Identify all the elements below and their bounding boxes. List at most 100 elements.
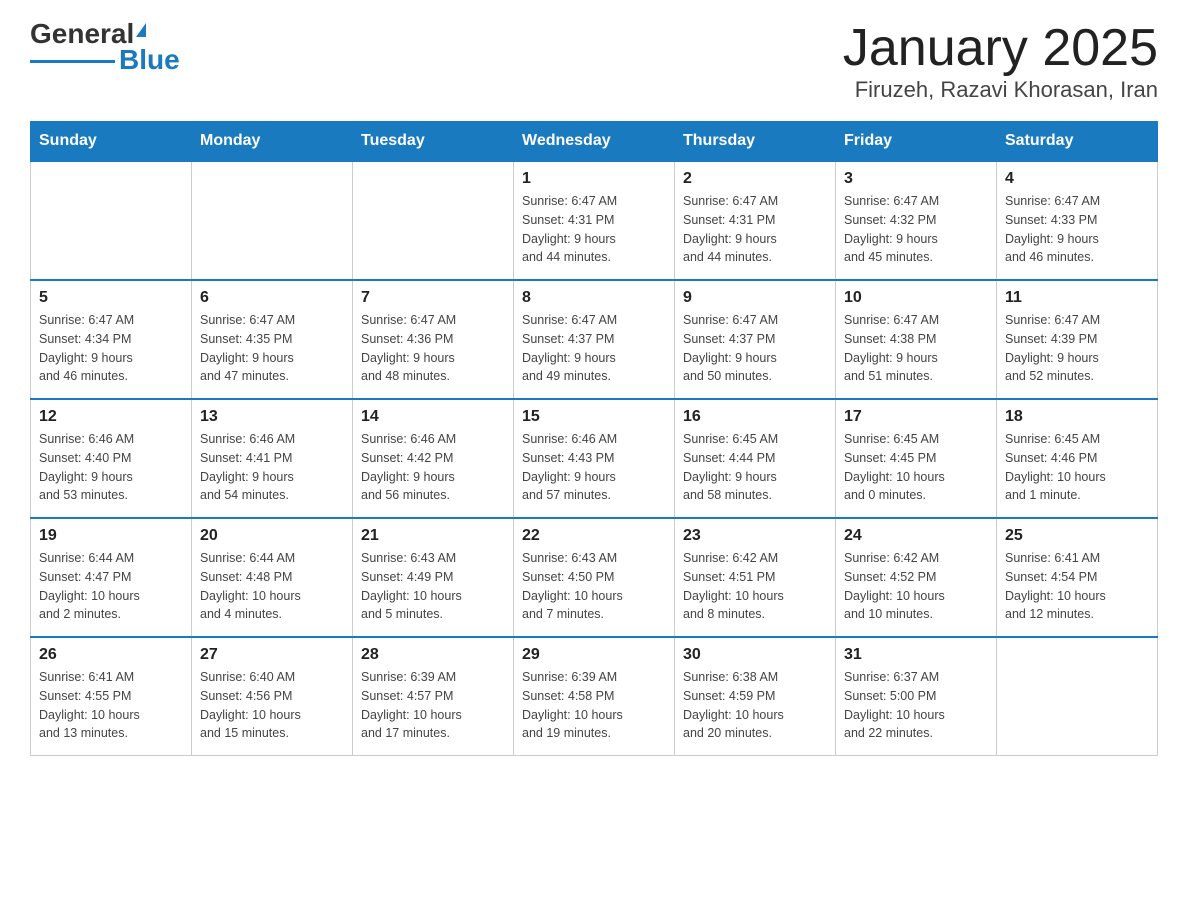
day-number: 29	[522, 646, 666, 664]
day-number: 18	[1005, 408, 1149, 426]
calendar-cell: 11Sunrise: 6:47 AMSunset: 4:39 PMDayligh…	[997, 280, 1158, 399]
calendar-title: January 2025	[843, 20, 1158, 77]
calendar-cell	[353, 161, 514, 280]
day-number: 4	[1005, 170, 1149, 188]
day-number: 13	[200, 408, 344, 426]
calendar-cell: 18Sunrise: 6:45 AMSunset: 4:46 PMDayligh…	[997, 399, 1158, 518]
calendar-cell: 14 Sunrise: 6:46 AMSunset: 4:42 PMDayligh…	[353, 399, 514, 518]
logo: General Blue	[30, 20, 180, 74]
calendar-cell: 1 Sunrise: 6:47 AMSunset: 4:31 PMDaylight…	[514, 161, 675, 280]
day-number: 21	[361, 527, 505, 545]
day-number: 5	[39, 289, 183, 307]
day-number: 20	[200, 527, 344, 545]
calendar-cell: 29 Sunrise: 6:39 AMSunset: 4:58 PMDayligh…	[514, 637, 675, 756]
day-info: Sunrise: 6:47 AMSunset: 4:32 PMDaylight:…	[844, 192, 988, 267]
calendar-subtitle: Firuzeh, Razavi Khorasan, Iran	[843, 77, 1158, 103]
day-info: Sunrise: 6:42 AMSunset: 4:52 PMDaylight:…	[844, 549, 988, 624]
day-info: Sunrise: 6:47 AMSunset: 4:31 PMDaylight:…	[683, 192, 827, 267]
day-number: 25	[1005, 527, 1149, 545]
day-number: 16	[683, 408, 827, 426]
day-number: 9	[683, 289, 827, 307]
day-info: Sunrise: 6:39 AMSunset: 4:58 PMDaylight:…	[522, 668, 666, 743]
day-number: 12	[39, 408, 183, 426]
day-info: Sunrise: 6:45 AMSunset: 4:45 PMDaylight:…	[844, 430, 988, 505]
logo-blue: Blue	[119, 46, 180, 74]
calendar-cell: 7 Sunrise: 6:47 AMSunset: 4:36 PMDaylight…	[353, 280, 514, 399]
day-number: 8	[522, 289, 666, 307]
day-number: 22	[522, 527, 666, 545]
day-info: Sunrise: 6:41 AMSunset: 4:55 PMDaylight:…	[39, 668, 183, 743]
day-number: 28	[361, 646, 505, 664]
day-number: 3	[844, 170, 988, 188]
day-number: 10	[844, 289, 988, 307]
day-info: Sunrise: 6:47 AMSunset: 4:37 PMDaylight:…	[683, 311, 827, 386]
day-number: 1	[522, 170, 666, 188]
calendar-cell: 27 Sunrise: 6:40 AMSunset: 4:56 PMDayligh…	[192, 637, 353, 756]
week-row-4: 19Sunrise: 6:44 AMSunset: 4:47 PMDayligh…	[31, 518, 1158, 637]
day-info: Sunrise: 6:39 AMSunset: 4:57 PMDaylight:…	[361, 668, 505, 743]
day-number: 7	[361, 289, 505, 307]
calendar-cell: 6Sunrise: 6:47 AMSunset: 4:35 PMDaylight…	[192, 280, 353, 399]
day-info: Sunrise: 6:40 AMSunset: 4:56 PMDaylight:…	[200, 668, 344, 743]
day-info: Sunrise: 6:47 AMSunset: 4:36 PMDaylight:…	[361, 311, 505, 386]
calendar-cell: 13 Sunrise: 6:46 AMSunset: 4:41 PMDayligh…	[192, 399, 353, 518]
day-number: 27	[200, 646, 344, 664]
weekday-header-friday: Friday	[836, 122, 997, 162]
day-info: Sunrise: 6:47 AMSunset: 4:31 PMDaylight:…	[522, 192, 666, 267]
day-info: Sunrise: 6:44 AMSunset: 4:48 PMDaylight:…	[200, 549, 344, 624]
calendar-cell: 20 Sunrise: 6:44 AMSunset: 4:48 PMDayligh…	[192, 518, 353, 637]
weekday-header-sunday: Sunday	[31, 122, 192, 162]
day-info: Sunrise: 6:44 AMSunset: 4:47 PMDaylight:…	[39, 549, 183, 624]
calendar-cell: 31Sunrise: 6:37 AMSunset: 5:00 PMDayligh…	[836, 637, 997, 756]
week-row-2: 5Sunrise: 6:47 AMSunset: 4:34 PMDaylight…	[31, 280, 1158, 399]
day-number: 2	[683, 170, 827, 188]
calendar-cell: 10 Sunrise: 6:47 AMSunset: 4:38 PMDayligh…	[836, 280, 997, 399]
calendar-cell: 8 Sunrise: 6:47 AMSunset: 4:37 PMDaylight…	[514, 280, 675, 399]
calendar-cell: 17 Sunrise: 6:45 AMSunset: 4:45 PMDayligh…	[836, 399, 997, 518]
day-number: 23	[683, 527, 827, 545]
weekday-header-tuesday: Tuesday	[353, 122, 514, 162]
day-info: Sunrise: 6:41 AMSunset: 4:54 PMDaylight:…	[1005, 549, 1149, 624]
calendar-cell: 21Sunrise: 6:43 AMSunset: 4:49 PMDayligh…	[353, 518, 514, 637]
day-number: 14	[361, 408, 505, 426]
day-number: 17	[844, 408, 988, 426]
calendar-cell	[31, 161, 192, 280]
calendar-cell: 15Sunrise: 6:46 AMSunset: 4:43 PMDayligh…	[514, 399, 675, 518]
calendar-cell: 24 Sunrise: 6:42 AMSunset: 4:52 PMDayligh…	[836, 518, 997, 637]
calendar-cell: 19Sunrise: 6:44 AMSunset: 4:47 PMDayligh…	[31, 518, 192, 637]
day-info: Sunrise: 6:47 AMSunset: 4:38 PMDaylight:…	[844, 311, 988, 386]
calendar-cell: 12 Sunrise: 6:46 AMSunset: 4:40 PMDayligh…	[31, 399, 192, 518]
day-info: Sunrise: 6:47 AMSunset: 4:39 PMDaylight:…	[1005, 311, 1149, 386]
day-info: Sunrise: 6:46 AMSunset: 4:43 PMDaylight:…	[522, 430, 666, 505]
calendar-cell: 23 Sunrise: 6:42 AMSunset: 4:51 PMDayligh…	[675, 518, 836, 637]
day-info: Sunrise: 6:42 AMSunset: 4:51 PMDaylight:…	[683, 549, 827, 624]
logo-line	[30, 60, 115, 63]
calendar-cell: 22 Sunrise: 6:43 AMSunset: 4:50 PMDayligh…	[514, 518, 675, 637]
day-info: Sunrise: 6:46 AMSunset: 4:41 PMDaylight:…	[200, 430, 344, 505]
day-number: 30	[683, 646, 827, 664]
day-info: Sunrise: 6:46 AMSunset: 4:40 PMDaylight:…	[39, 430, 183, 505]
day-number: 26	[39, 646, 183, 664]
calendar-cell: 9 Sunrise: 6:47 AMSunset: 4:37 PMDaylight…	[675, 280, 836, 399]
weekday-header-monday: Monday	[192, 122, 353, 162]
day-info: Sunrise: 6:47 AMSunset: 4:37 PMDaylight:…	[522, 311, 666, 386]
calendar-cell: 3 Sunrise: 6:47 AMSunset: 4:32 PMDaylight…	[836, 161, 997, 280]
day-number: 24	[844, 527, 988, 545]
weekday-row: SundayMondayTuesdayWednesdayThursdayFrid…	[31, 122, 1158, 162]
day-info: Sunrise: 6:43 AMSunset: 4:50 PMDaylight:…	[522, 549, 666, 624]
calendar-cell: 25 Sunrise: 6:41 AMSunset: 4:54 PMDayligh…	[997, 518, 1158, 637]
day-number: 6	[200, 289, 344, 307]
day-info: Sunrise: 6:46 AMSunset: 4:42 PMDaylight:…	[361, 430, 505, 505]
calendar-cell	[192, 161, 353, 280]
day-number: 31	[844, 646, 988, 664]
calendar-table: SundayMondayTuesdayWednesdayThursdayFrid…	[30, 121, 1158, 756]
week-row-1: 1 Sunrise: 6:47 AMSunset: 4:31 PMDaylight…	[31, 161, 1158, 280]
calendar-cell: 28 Sunrise: 6:39 AMSunset: 4:57 PMDayligh…	[353, 637, 514, 756]
day-info: Sunrise: 6:47 AMSunset: 4:33 PMDaylight:…	[1005, 192, 1149, 267]
day-info: Sunrise: 6:45 AMSunset: 4:44 PMDaylight:…	[683, 430, 827, 505]
day-info: Sunrise: 6:38 AMSunset: 4:59 PMDaylight:…	[683, 668, 827, 743]
page-header: General Blue January 2025 Firuzeh, Razav…	[30, 20, 1158, 103]
weekday-header-wednesday: Wednesday	[514, 122, 675, 162]
calendar-header: SundayMondayTuesdayWednesdayThursdayFrid…	[31, 122, 1158, 162]
calendar-cell	[997, 637, 1158, 756]
